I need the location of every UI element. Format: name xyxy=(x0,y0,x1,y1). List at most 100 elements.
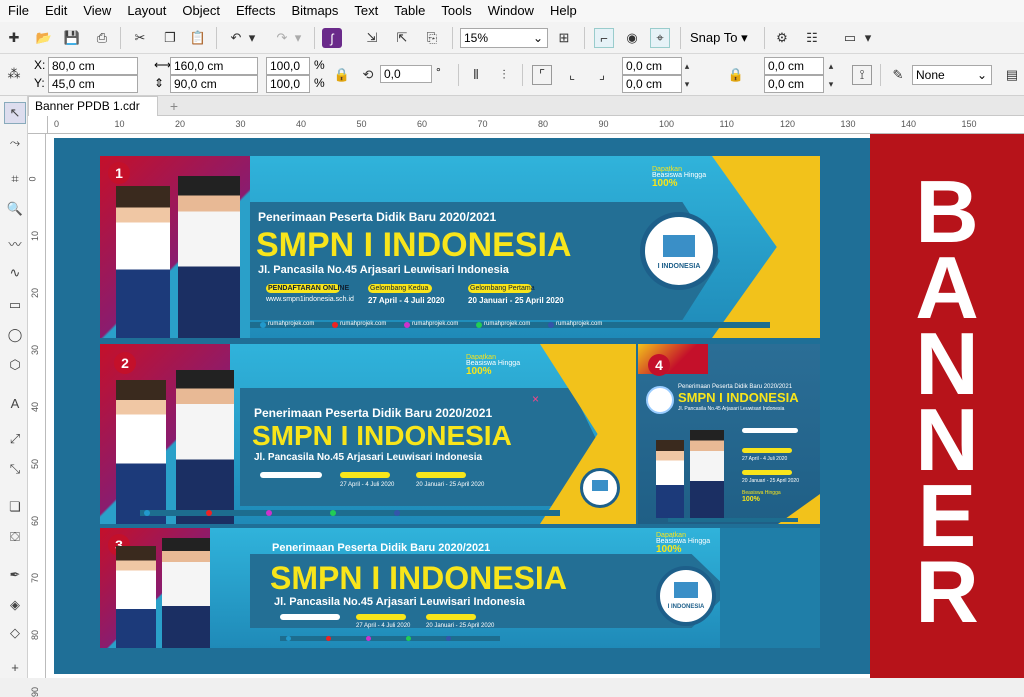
menu-table[interactable]: Table xyxy=(386,0,433,22)
zoom-tool-icon[interactable]: 🔍 xyxy=(4,198,26,220)
interactive-fill-icon[interactable]: ◈ xyxy=(4,594,26,616)
zoom-level-select[interactable]: 15% ⌄ xyxy=(460,28,548,48)
chamfered-corner-icon[interactable]: ⌟ xyxy=(592,65,612,85)
add-tool-icon[interactable]: + xyxy=(4,656,26,678)
redo-dropdown-icon[interactable]: ▾ xyxy=(292,28,304,48)
spinner-icon[interactable]: ▴ xyxy=(682,57,692,75)
menu-object[interactable]: Object xyxy=(174,0,228,22)
snap-to-dropdown[interactable]: Snap To ▾ xyxy=(690,30,748,46)
save-icon[interactable]: 💾 xyxy=(62,28,82,48)
menu-text[interactable]: Text xyxy=(346,0,386,22)
zoom-to-page-icon[interactable]: ⊞ xyxy=(554,28,574,48)
lock-ratio-icon[interactable]: 🔒 xyxy=(332,65,352,85)
menu-bitmaps[interactable]: Bitmaps xyxy=(283,0,346,22)
rotation-field[interactable]: 0,0 xyxy=(380,65,432,83)
pick-tool-icon[interactable]: ↖ xyxy=(4,102,26,124)
color-eyedropper-icon[interactable]: ✒ xyxy=(4,564,26,586)
application-launcher-icon[interactable]: ☷ xyxy=(802,28,822,48)
import-icon[interactable]: ⇲ xyxy=(362,28,382,48)
undo-dropdown-icon[interactable]: ▾ xyxy=(246,28,258,48)
outline-width-select[interactable]: None ⌄ xyxy=(912,65,992,85)
copy-icon[interactable]: ❐ xyxy=(160,28,180,48)
student-boy-image xyxy=(690,430,724,518)
banner-design-1[interactable]: 1 Penerimaan Peserta Didik Baru 2020/202… xyxy=(100,156,820,338)
transparency-tool-icon[interactable]: ⛋ xyxy=(4,526,26,548)
chevron-down-icon[interactable]: ▾ xyxy=(862,28,874,48)
print-icon[interactable]: ⎙ xyxy=(92,28,112,48)
social-handle: rumahprojek.com xyxy=(340,321,387,327)
scale-y-field[interactable]: 100,0 xyxy=(266,75,310,93)
banner-design-4[interactable]: 4 Penerimaan Peserta Didik Baru 2020/202… xyxy=(638,344,820,524)
text-wrap-icon[interactable]: ▤ xyxy=(1002,65,1022,85)
connector-tool-icon[interactable]: ⤡ xyxy=(4,458,26,480)
options-icon[interactable]: ⚙ xyxy=(772,28,792,48)
ruler-h-tick: 70 xyxy=(477,119,488,129)
x-position-field[interactable]: 80,0 cm xyxy=(48,57,138,75)
shape-tool-icon[interactable]: ⤳ xyxy=(4,132,26,154)
address-text: Jl. Pancasila No.45 Arjasari Leuwisari I… xyxy=(258,264,509,276)
object-origin-icon[interactable]: ⁂ xyxy=(4,64,24,84)
artistic-media-tool-icon[interactable]: ∿ xyxy=(4,262,26,284)
menu-effects[interactable]: Effects xyxy=(228,0,284,22)
drawing-canvas[interactable]: 1 Penerimaan Peserta Didik Baru 2020/202… xyxy=(46,134,1024,678)
progress-pill xyxy=(742,470,792,475)
show-rulers-icon[interactable]: ◉ xyxy=(622,28,642,48)
banner-design-2[interactable]: 2 Penerimaan Peserta Didik Baru 2020/202… xyxy=(100,344,636,524)
banner-design-3[interactable]: 3 Penerimaan Peserta Didik Baru 2020/202… xyxy=(100,528,820,648)
full-screen-preview-icon[interactable]: ⌐ xyxy=(594,28,614,48)
cut-icon[interactable]: ✂ xyxy=(130,28,150,48)
welcome-screen-icon[interactable]: ▭ xyxy=(840,28,860,48)
vertical-ruler[interactable]: 0 10 20 30 40 50 60 70 80 90 xyxy=(28,134,46,697)
menu-file[interactable]: File xyxy=(0,0,37,22)
rectangle-tool-icon[interactable]: ▭ xyxy=(4,294,26,316)
corner-radius-bottom-right[interactable]: 0,0 cm xyxy=(764,75,824,93)
corner-radius-bottom-left[interactable]: 0,0 cm xyxy=(622,75,682,93)
spinner-icon[interactable]: ▴ xyxy=(826,57,836,75)
spinner-icon[interactable]: ▾ xyxy=(682,75,692,93)
horizontal-ruler[interactable]: 0 10 20 30 40 50 60 70 80 90 100 110 120 130 140 150 xyxy=(48,116,1024,134)
undo-icon[interactable]: ↶ xyxy=(226,28,246,48)
tab-banner-ppdb[interactable]: Banner PPDB 1.cdr xyxy=(28,96,158,116)
text-tool-icon[interactable]: A xyxy=(4,392,26,414)
menu-layout[interactable]: Layout xyxy=(119,0,174,22)
ellipse-tool-icon[interactable]: ◯ xyxy=(4,324,26,346)
corner-radius-top-left[interactable]: 0,0 cm xyxy=(622,57,682,75)
menu-help[interactable]: Help xyxy=(542,0,585,22)
round-corner-icon[interactable]: ⌜ xyxy=(532,65,552,85)
menu-edit[interactable]: Edit xyxy=(37,0,75,22)
width-field[interactable]: 160,0 cm xyxy=(170,57,258,75)
height-field[interactable]: 90,0 cm xyxy=(170,75,258,93)
show-guidelines-icon[interactable]: ⌖ xyxy=(650,28,670,48)
polygon-tool-icon[interactable]: ⬡ xyxy=(4,354,26,376)
scale-x-field[interactable]: 100,0 xyxy=(266,57,310,75)
ruler-origin[interactable] xyxy=(28,116,48,134)
menu-view[interactable]: View xyxy=(75,0,119,22)
scalloped-corner-icon[interactable]: ⌞ xyxy=(562,65,582,85)
spinner-icon[interactable]: ▾ xyxy=(826,75,836,93)
open-icon[interactable]: 📂 xyxy=(34,28,54,48)
mirror-horizontal-icon[interactable]: ⫴ xyxy=(466,65,486,85)
parallel-dimension-tool-icon[interactable]: ⤢ xyxy=(4,428,26,450)
school-logo xyxy=(646,386,674,414)
relative-corner-scaling-icon[interactable]: ⟟ xyxy=(852,65,872,85)
crop-tool-icon[interactable]: ⌗ xyxy=(4,168,26,190)
new-document-icon[interactable]: ✚ xyxy=(4,28,24,48)
smart-fill-icon[interactable]: ◇ xyxy=(4,622,26,644)
paste-icon[interactable]: 📋 xyxy=(188,28,208,48)
redo-icon[interactable]: ↷ xyxy=(272,28,292,48)
menu-window[interactable]: Window xyxy=(480,0,542,22)
drop-shadow-tool-icon[interactable]: ❏ xyxy=(4,496,26,518)
export-icon[interactable]: ⇱ xyxy=(392,28,412,48)
school-name: SMPN I INDONESIA xyxy=(256,226,572,264)
progress-pill xyxy=(340,472,390,478)
menu-tools[interactable]: Tools xyxy=(433,0,479,22)
chevron-down-icon: ⌄ xyxy=(976,68,987,82)
freehand-tool-icon[interactable]: 〰 xyxy=(4,232,26,254)
mirror-vertical-icon[interactable]: ⫶ xyxy=(494,65,514,85)
new-tab-button[interactable]: + xyxy=(164,96,184,116)
y-position-field[interactable]: 45,0 cm xyxy=(48,75,138,93)
search-content-icon[interactable]: ʃ xyxy=(322,28,342,48)
corner-radius-top-right[interactable]: 0,0 cm xyxy=(764,57,824,75)
lock-corners-icon[interactable]: 🔒 xyxy=(726,65,746,85)
publish-pdf-icon[interactable]: ⎘ xyxy=(422,28,442,48)
